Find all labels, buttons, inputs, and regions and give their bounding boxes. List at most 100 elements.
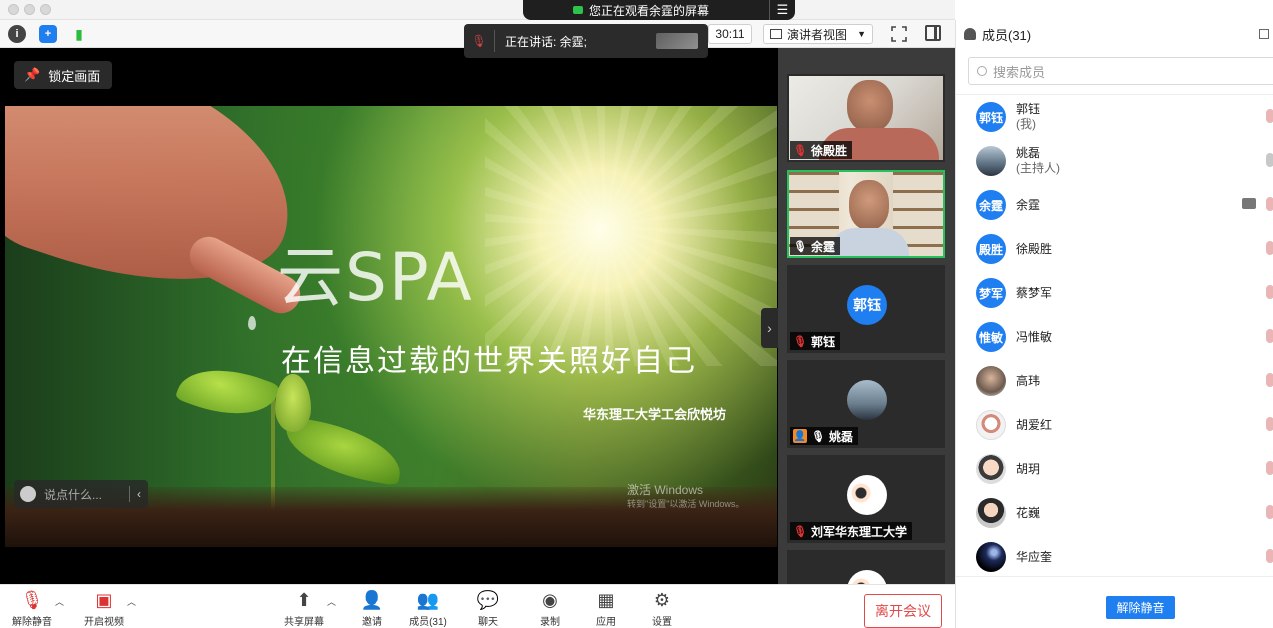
avatar [847, 380, 887, 420]
chevron-up-icon[interactable]: ︿ [55, 595, 64, 608]
avatar [847, 570, 887, 584]
settings-button[interactable]: ⚙ 设置 [632, 589, 692, 628]
participants-panel: 成员(31) 搜索成员 郭钰 郭钰 (我) 姚磊 (主持人) 余霆 余霆 殿胜 徐殿胜 梦军 蔡梦军… [955, 20, 1273, 628]
participant-row[interactable]: 胡玥 [956, 447, 1273, 491]
mic-muted-icon: 🎙 [793, 144, 807, 157]
participant-name: 胡爱红 [1016, 417, 1053, 432]
participant-row[interactable]: 高玮 [956, 359, 1273, 403]
zoom-window-button[interactable] [40, 4, 51, 15]
members-label: 成员(31) [409, 617, 447, 628]
participant-name-tag: 👤 🎙 姚磊 [790, 427, 858, 445]
participant-name: 华应奎 [1016, 549, 1053, 564]
slide-title: 云SPA [277, 239, 474, 316]
slide-organization: 华东理工大学工会欣悦坊 [583, 407, 727, 422]
video-tile[interactable]: 郭钰 🎙 郭钰 [787, 265, 945, 353]
info-icon[interactable]: i [8, 25, 26, 43]
participant-row[interactable]: 惟敏 冯惟敏 [956, 315, 1273, 359]
slide-subtitle: 在信息过载的世界关照好自己 [281, 344, 697, 379]
participant-row[interactable]: 胡爱红 [956, 403, 1273, 447]
members-button[interactable]: 👥 成员(31) [398, 589, 458, 628]
avatar [976, 542, 1006, 572]
participant-row[interactable]: 姚磊 (主持人) [956, 139, 1273, 183]
mic-muted-icon[interactable] [1266, 549, 1273, 563]
mic-muted-icon[interactable] [1266, 461, 1273, 475]
mic-muted-icon[interactable] [1266, 505, 1273, 519]
search-members-input[interactable]: 搜索成员 [968, 57, 1273, 85]
collapse-strip-button[interactable]: › [761, 308, 778, 348]
mic-muted-icon[interactable] [1266, 197, 1273, 211]
participant-row[interactable]: 郭钰 郭钰 (我) [956, 95, 1273, 139]
fullscreen-icon[interactable] [890, 25, 908, 43]
sidebar-toggle-icon[interactable] [925, 25, 941, 41]
share-status-icon [573, 6, 583, 14]
mic-muted-icon[interactable] [1266, 241, 1273, 255]
video-tile[interactable] [787, 550, 945, 584]
mic-muted-icon[interactable] [1266, 329, 1273, 343]
participant-info: 冯惟敏 [1016, 330, 1052, 345]
hamburger-icon[interactable]: ☰ [769, 0, 795, 20]
avatar [847, 475, 887, 515]
video-tile-active-speaker[interactable]: 🎙 余霆 [787, 170, 945, 258]
participants-list[interactable]: 郭钰 郭钰 (我) 姚磊 (主持人) 余霆 余霆 殿胜 徐殿胜 梦军 蔡梦军 惟敏 冯惟敏 高玮胡爱红胡玥… [956, 94, 1273, 579]
apps-label: 应用 [596, 617, 616, 628]
emoji-icon[interactable] [20, 486, 36, 502]
invite-button[interactable]: 👤 邀请 [342, 589, 402, 628]
participant-row[interactable]: 华应奎 [956, 535, 1273, 579]
unmute-label: 解除静音 [12, 617, 52, 628]
mic-muted-icon[interactable] [1266, 109, 1273, 123]
chat-button[interactable]: 💬 聊天 [458, 589, 518, 628]
mic-muted-icon[interactable] [1266, 373, 1273, 387]
video-strip[interactable]: 🎙 徐殿胜 🎙 余霆 郭钰 🎙 郭钰 👤 🎙 姚磊 🎙 刘军华东理工大学 [778, 48, 955, 584]
participant-name: 姚磊 [828, 429, 853, 444]
search-icon [977, 66, 987, 76]
signal-icon[interactable]: ▮ [70, 25, 88, 43]
participant-name: 余霆 [810, 239, 835, 254]
participant-info: 胡爱红 [1016, 418, 1052, 433]
activate-windows-hint: 转到"设置"以激活 Windows。 [627, 499, 745, 509]
mic-muted-icon[interactable] [1266, 417, 1273, 431]
participant-name: 郭钰 [1016, 102, 1041, 116]
users-icon: 👥 [416, 589, 440, 610]
participant-row[interactable]: 花巍 [956, 491, 1273, 535]
unmute-button[interactable]: 🎙 解除静音 ︿ [2, 589, 64, 628]
participant-row[interactable]: 梦军 蔡梦军 [956, 271, 1273, 315]
mic-icon[interactable] [1266, 153, 1273, 167]
speaker-view-icon [770, 29, 782, 39]
close-window-button[interactable] [8, 4, 19, 15]
share-screen-button[interactable]: ⬆ 共享屏幕 ︿ [274, 589, 336, 628]
participant-row[interactable]: 殿胜 徐殿胜 [956, 227, 1273, 271]
shield-icon[interactable]: + [39, 25, 57, 43]
chevron-up-icon[interactable]: ︿ [327, 595, 336, 608]
participant-row[interactable]: 余霆 余霆 [956, 183, 1273, 227]
chevron-up-icon[interactable]: ︿ [127, 595, 136, 608]
view-mode-dropdown[interactable]: 演讲者视图 ▼ [763, 24, 873, 44]
chevron-right-icon: › [767, 320, 772, 336]
participant-name: 胡玥 [1016, 461, 1041, 476]
share-screen-icon: ⬆ [296, 589, 312, 610]
apps-button[interactable]: ▦ 应用 [576, 589, 636, 628]
participant-name-tag: 🎙 刘军华东理工大学 [790, 522, 912, 540]
mic-muted-icon: 🎙 [793, 525, 807, 538]
mic-muted-icon[interactable] [1266, 285, 1273, 299]
minimize-window-button[interactable] [24, 4, 35, 15]
chevron-left-icon[interactable]: ‹ [130, 487, 148, 501]
popout-icon[interactable] [1259, 29, 1269, 39]
leave-meeting-button[interactable]: 离开会议 [864, 594, 942, 628]
video-tile[interactable]: 👤 🎙 姚磊 [787, 360, 945, 448]
mic-muted-icon: 🎙 [793, 335, 807, 348]
video-tile[interactable]: 🎙 徐殿胜 [787, 74, 945, 162]
participant-name-tag: 🎙 余霆 [790, 237, 840, 255]
unmute-all-button[interactable]: 解除静音 [1106, 596, 1175, 619]
record-button[interactable]: ◉ 录制 [520, 589, 580, 628]
participant-name: 郭钰 [810, 334, 835, 349]
participant-info: 蔡梦军 [1016, 286, 1052, 301]
quick-chat-input[interactable]: 说点什么... ‹ [14, 480, 148, 508]
mic-icon: 🎙 [811, 430, 825, 443]
lock-view-button[interactable]: 📌 锁定画面 [14, 61, 112, 89]
avatar: 郭钰 [976, 102, 1006, 132]
start-video-button[interactable]: ▣ 开启视频 ︿ [74, 589, 136, 628]
share-screen-label: 共享屏幕 [284, 617, 324, 628]
video-tile[interactable]: 🎙 刘军华东理工大学 [787, 455, 945, 543]
gear-icon: ⚙ [653, 589, 671, 610]
avatar [976, 366, 1006, 396]
